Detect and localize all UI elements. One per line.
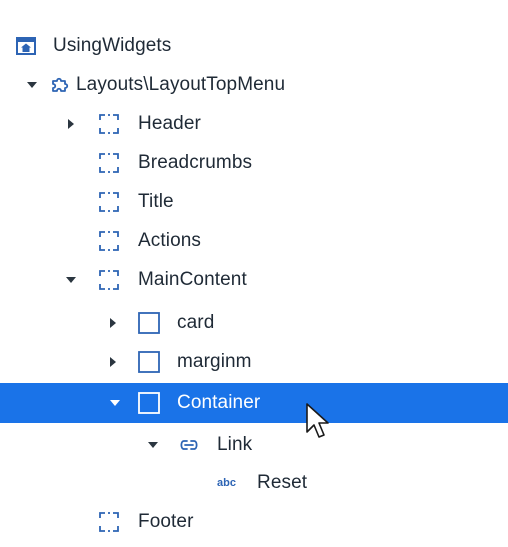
placeholder-icon <box>98 230 120 252</box>
widget-tree: UsingWidgets Layouts\LayoutTopMenu Heade… <box>0 0 508 547</box>
tree-item-usingwidgets[interactable]: UsingWidgets <box>0 26 508 65</box>
tree-item-breadcrumbs[interactable]: Breadcrumbs <box>0 143 508 182</box>
tree-item-footer[interactable]: Footer <box>0 502 508 541</box>
text-icon: abc <box>217 476 236 489</box>
placeholder-icon <box>98 191 120 213</box>
placeholder-icon <box>98 511 120 533</box>
tree-item-label: Header <box>138 112 201 134</box>
tree-item-marginm[interactable]: marginm <box>0 342 508 381</box>
chevron-down-icon[interactable] <box>25 78 39 92</box>
container-icon <box>138 392 160 414</box>
chevron-down-icon[interactable] <box>64 273 78 287</box>
container-icon <box>138 311 160 334</box>
tree-item-label: UsingWidgets <box>53 34 172 56</box>
tree-item-label: Breadcrumbs <box>138 151 253 173</box>
tree-item-label: Actions <box>138 229 202 251</box>
tree-item-label: MainContent <box>138 268 247 290</box>
tree-item-label: Reset <box>257 471 308 493</box>
tree-item-label: Layouts\LayoutTopMenu <box>76 73 286 95</box>
link-icon <box>178 434 200 456</box>
tree-item-reset[interactable]: abc Reset <box>0 463 508 502</box>
tree-item-maincontent[interactable]: MainContent <box>0 260 508 299</box>
placeholder-icon <box>98 152 120 174</box>
puzzle-icon <box>48 74 70 96</box>
tree-item-label: card <box>177 311 215 333</box>
placeholder-icon <box>98 113 120 135</box>
tree-item-actions[interactable]: Actions <box>0 221 508 260</box>
mouse-pointer-icon <box>306 403 329 438</box>
tree-item-label: Title <box>138 190 174 212</box>
chevron-right-icon[interactable] <box>106 355 120 369</box>
tree-item-label: Link <box>217 433 253 455</box>
home-screen-icon <box>15 35 37 57</box>
chevron-right-icon[interactable] <box>106 316 120 330</box>
tree-item-container[interactable]: Container <box>0 383 508 423</box>
tree-item-header[interactable]: Header <box>0 104 508 143</box>
placeholder-icon <box>98 269 120 291</box>
tree-item-title[interactable]: Title <box>0 182 508 221</box>
tree-item-label: marginm <box>177 350 252 372</box>
tree-item-layout[interactable]: Layouts\LayoutTopMenu <box>0 65 508 104</box>
tree-item-link[interactable]: Link <box>0 425 508 464</box>
tree-item-label: Footer <box>138 510 194 532</box>
chevron-down-icon[interactable] <box>108 396 122 410</box>
container-icon <box>138 350 160 373</box>
chevron-down-icon[interactable] <box>146 438 160 452</box>
chevron-right-icon[interactable] <box>64 117 78 131</box>
tree-item-card[interactable]: card <box>0 303 508 342</box>
tree-item-label: Container <box>177 392 261 413</box>
